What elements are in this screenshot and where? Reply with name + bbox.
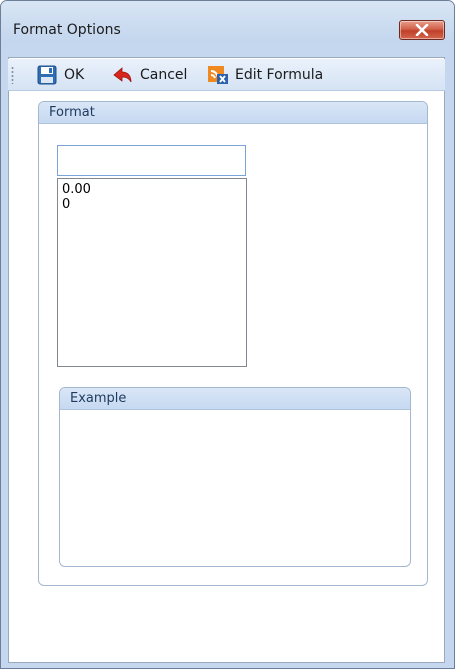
example-group-header: Example <box>60 388 410 410</box>
example-group-title: Example <box>70 391 127 406</box>
cancel-button[interactable]: Cancel <box>112 63 187 87</box>
cancel-label: Cancel <box>140 67 188 83</box>
edit-formula-label: Edit Formula <box>235 67 324 83</box>
list-item[interactable]: 0.00 <box>62 182 242 197</box>
window-title: Format Options <box>13 22 121 38</box>
toolbar: OK Cancel Edit Formula <box>8 59 445 91</box>
close-button[interactable] <box>399 20 445 40</box>
format-group-header: Format <box>39 102 427 124</box>
close-icon <box>415 24 429 36</box>
toolbar-grip[interactable] <box>11 66 14 84</box>
title-bar[interactable]: Format Options <box>1 1 454 43</box>
list-item[interactable]: 0 <box>62 197 242 212</box>
example-group: Example <box>59 387 411 567</box>
save-icon <box>37 65 57 85</box>
edit-formula-button[interactable]: Edit Formula <box>207 63 323 87</box>
ok-button[interactable]: OK <box>36 63 84 87</box>
ok-label: OK <box>64 67 85 83</box>
format-group-title: Format <box>49 105 95 120</box>
undo-arrow-icon <box>113 67 132 83</box>
format-list[interactable]: 0.00 0 <box>57 178 247 367</box>
format-input[interactable] <box>57 145 246 176</box>
formula-icon <box>208 66 228 84</box>
